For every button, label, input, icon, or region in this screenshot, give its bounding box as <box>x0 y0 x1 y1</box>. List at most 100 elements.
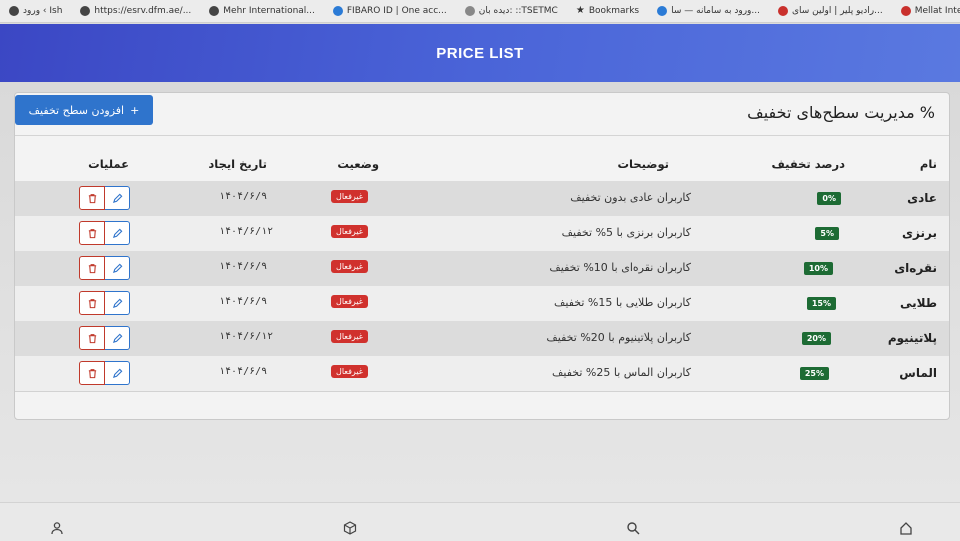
bottom-navigation <box>0 502 960 541</box>
level-name: عادی <box>907 191 937 205</box>
header-actions: عملیات <box>88 157 129 171</box>
plus-icon: + <box>130 103 140 117</box>
bookmark-item[interactable]: ★ Bookmarks <box>567 5 648 17</box>
table-row: برنزی 5% کاربران برنزی با 5% تخفیف غیرفعال ۱… <box>15 216 949 252</box>
created-date: ۱۴۰۴/۶/۱۲ <box>219 331 274 342</box>
level-name: الماس <box>899 366 937 380</box>
bookmark-item[interactable]: FIBARO ID | One acc... <box>324 6 456 16</box>
edit-button[interactable] <box>105 326 130 350</box>
status-badge: غیرفعال <box>331 295 368 308</box>
pencil-icon <box>112 193 122 203</box>
table-row: نقره‌ای 10% کاربران نقره‌ای با 10% تخفیف غی… <box>15 251 949 287</box>
row-actions <box>79 361 130 385</box>
bookmark-item[interactable]: ورود به سامانه — سا... <box>648 6 769 16</box>
edit-button[interactable] <box>105 186 130 210</box>
delete-button[interactable] <box>79 256 105 280</box>
page-title: PRICE LIST <box>436 44 524 62</box>
add-button-label: افزودن سطح تخفیف <box>28 103 125 117</box>
status-badge: غیرفعال <box>331 365 368 378</box>
main-content: % مدیریت سطح‌های تخفیف + افزودن سطح تخفی… <box>0 82 960 502</box>
trash-icon <box>88 193 96 203</box>
trash-icon <box>88 263 96 273</box>
delete-button[interactable] <box>79 221 105 245</box>
table-row: الماس 25% کاربران الماس با 25% تخفیف غیرفعا… <box>15 356 949 392</box>
created-date: ۱۴۰۴/۶/۱۲ <box>219 226 274 237</box>
discount-levels-card: % مدیریت سطح‌های تخفیف + افزودن سطح تخفی… <box>14 92 950 420</box>
pencil-icon <box>112 263 122 273</box>
globe-icon <box>209 6 220 16</box>
add-discount-level-button[interactable]: + افزودن سطح تخفیف <box>15 95 153 125</box>
level-name: طلایی <box>899 296 937 310</box>
trash-icon <box>88 333 96 343</box>
cube-icon[interactable] <box>343 521 357 535</box>
discount-badge: 10% <box>803 262 833 275</box>
bookmark-item[interactable]: https://esrv.dfm.ae/... <box>71 6 200 16</box>
delete-button[interactable] <box>79 291 105 315</box>
status-badge: غیرفعال <box>331 260 368 273</box>
home-icon[interactable] <box>899 521 913 535</box>
bookmark-item[interactable]: رادیو پلیر | اولین سای... <box>769 6 892 16</box>
pencil-icon <box>112 298 122 308</box>
row-actions <box>79 326 130 350</box>
level-description: کاربران الماس با 25% تخفیف <box>551 366 691 379</box>
level-description: کاربران نقره‌ای با 10% تخفیف <box>549 261 691 274</box>
delete-button[interactable] <box>79 361 105 385</box>
bookmarks-bar: ورود ‹ Ish https://esrv.dfm.ae/... Mehr … <box>0 0 960 23</box>
created-date: ۱۴۰۴/۶/۹ <box>219 261 268 272</box>
bookmark-item[interactable]: Mehr International... <box>200 6 324 16</box>
pencil-icon <box>112 368 122 378</box>
level-description: کاربران عادی بدون تخفیف <box>570 191 691 204</box>
discount-badge: 5% <box>815 227 839 240</box>
bookmark-item[interactable]: Mellat Internet Bank... <box>892 6 960 16</box>
bookmark-item[interactable]: دیده بان: ::TSETMC <box>456 6 567 16</box>
edit-button[interactable] <box>105 256 130 280</box>
discount-badge: 25% <box>799 367 829 380</box>
level-description: کاربران طلایی با 15% تخفیف <box>553 296 691 309</box>
globe-icon <box>464 6 475 16</box>
table-row: پلاتینیوم 20% کاربران پلاتینیوم با 20% تخف… <box>15 321 949 357</box>
status-badge: غیرفعال <box>331 330 368 343</box>
link-icon <box>9 6 19 16</box>
card-title: % مدیریت سطح‌های تخفیف <box>747 103 935 122</box>
status-badge: غیرفعال <box>331 225 368 238</box>
radio-icon <box>777 6 788 16</box>
fibaro-icon <box>332 6 343 16</box>
table-row: طلایی 15% کاربران طلایی با 15% تخفیف غیرفعا… <box>15 286 949 322</box>
globe-icon <box>657 6 668 16</box>
trash-icon <box>88 368 96 378</box>
pencil-icon <box>112 333 122 343</box>
trash-icon <box>88 228 96 238</box>
discount-badge: 15% <box>806 297 836 310</box>
row-actions <box>79 186 130 210</box>
header-discount: درصد تخفیف <box>771 157 845 171</box>
created-date: ۱۴۰۴/۶/۹ <box>219 366 268 377</box>
table-header: نام درصد تخفیف توضیحات وضعیت تاریخ ایجاد… <box>15 151 949 182</box>
edit-button[interactable] <box>105 291 130 315</box>
edit-button[interactable] <box>105 221 130 245</box>
search-icon[interactable] <box>626 521 640 535</box>
created-date: ۱۴۰۴/۶/۹ <box>219 191 268 202</box>
row-actions <box>79 256 130 280</box>
level-name: نقره‌ای <box>894 261 937 275</box>
pencil-icon <box>112 228 122 238</box>
row-actions <box>79 221 130 245</box>
page-header: PRICE LIST <box>0 24 960 82</box>
header-created: تاریخ ایجاد <box>208 157 267 171</box>
header-description: توضیحات <box>617 157 670 171</box>
level-name: پلاتینیوم <box>887 331 937 345</box>
bookmark-item[interactable]: ورود ‹ Ish <box>0 6 71 16</box>
row-actions <box>79 291 130 315</box>
bank-icon <box>900 6 911 16</box>
user-icon[interactable] <box>50 521 64 535</box>
edit-button[interactable] <box>105 361 130 385</box>
delete-button[interactable] <box>79 186 105 210</box>
level-description: کاربران برنزی با 5% تخفیف <box>561 226 691 239</box>
discount-badge: 20% <box>801 332 831 345</box>
delete-button[interactable] <box>79 326 105 350</box>
header-status: وضعیت <box>337 157 379 171</box>
header-name: نام <box>919 157 937 171</box>
github-icon <box>80 6 91 16</box>
trash-icon <box>88 298 96 308</box>
level-name: برنزی <box>902 226 937 240</box>
star-icon: ★ <box>575 5 585 16</box>
